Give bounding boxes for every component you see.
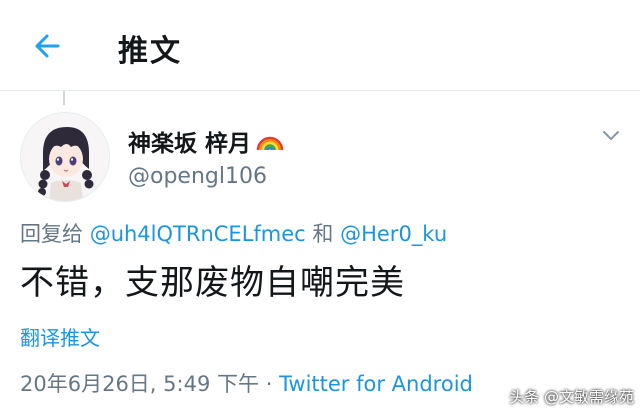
tweet-source[interactable]: Twitter for Android [279, 372, 473, 396]
meta-separator: · [265, 372, 273, 396]
chevron-down-icon [603, 131, 619, 140]
display-name-text: 神楽坂 梓月 [128, 131, 252, 157]
reply-mention-2[interactable]: @Her0_ku [340, 222, 447, 246]
back-button[interactable] [28, 28, 68, 64]
reply-prefix: 回复给 [20, 222, 83, 246]
display-name[interactable]: 神楽坂 梓月 [128, 124, 285, 158]
arrow-left-icon [35, 34, 60, 58]
rainbow-icon [256, 136, 284, 151]
tweet-text: 不错，支那废物自嘲完美 [20, 263, 405, 303]
translate-tweet-link[interactable]: 翻译推文 [20, 322, 100, 351]
anime-girl-avatar-icon [21, 113, 109, 201]
avatar[interactable] [20, 112, 110, 202]
top-bar: 推文 [0, 0, 640, 91]
tweet-menu-button[interactable] [598, 124, 624, 146]
user-handle[interactable]: @opengl106 [128, 164, 267, 189]
reply-conjunction: 和 [312, 222, 334, 246]
thread-connector-line [63, 91, 65, 105]
watermark: 头条 @文敏需缘苑 [509, 388, 634, 406]
tweet-meta: 20年6月26日, 5:49 下午 · Twitter for Android [20, 368, 473, 398]
tweet-timestamp[interactable]: 20年6月26日, 5:49 下午 [20, 372, 259, 396]
page-title: 推文 [118, 34, 182, 69]
reply-mention-1[interactable]: @uh4lQTRnCELfmec [90, 222, 306, 246]
reply-context: 回复给 @uh4lQTRnCELfmec 和 @Her0_ku [20, 218, 447, 248]
